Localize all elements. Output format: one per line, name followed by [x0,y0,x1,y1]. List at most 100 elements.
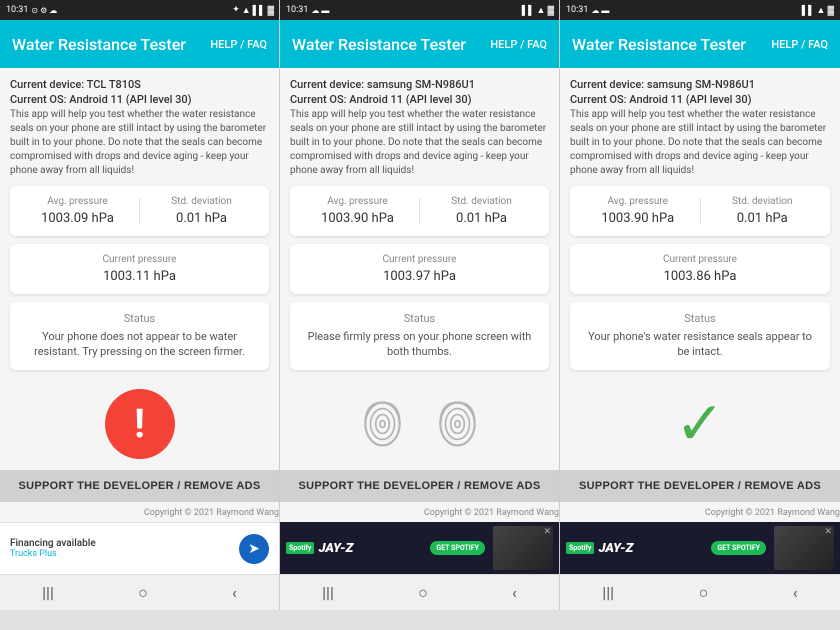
app-title-1: Water Resistance Tester [12,35,186,54]
current-pressure-card-3: Current pressure 1003.86 hPa [570,244,830,294]
nav-menu-icon-3[interactable]: ||| [602,583,614,602]
std-dev-label-2: Std. deviation [428,196,535,207]
battery-icon-1: ▓ [267,5,274,16]
check-icon: ✓ [675,394,725,454]
ad-banner-3[interactable]: Spotify JAY-Z GET SPOTIFY ✕ [560,522,840,574]
artist-name-2: JAY-Z [318,541,426,556]
nav-menu-icon-2[interactable]: ||| [322,583,334,602]
support-btn-1[interactable]: SUPPORT THE DEVELOPER / REMOVE ADS [0,470,279,502]
ad-banner-2[interactable]: Spotify JAY-Z GET SPOTIFY ✕ [280,522,559,574]
wifi-icon-3: ▲ [817,5,826,16]
device-info-2: Current device: samsung SM-N986U1 [290,78,549,91]
nav-home-icon-1[interactable]: ○ [138,583,148,603]
spotify-logo-2: Spotify [286,542,314,554]
avg-pressure-col-3: Avg. pressure 1003.90 hPa [584,196,692,226]
signal-icon-3: ▌▌ [802,5,815,16]
support-btn-3[interactable]: SUPPORT THE DEVELOPER / REMOVE ADS [560,470,840,502]
artist-name-3: JAY-Z [598,541,707,556]
app-content-3: Current device: samsung SM-N986U1 Curren… [560,68,840,470]
nav-bar-1: ||| ○ ‹ [0,574,279,610]
nav-bar-3: ||| ○ ‹ [560,574,840,610]
device-info-3: Current device: samsung SM-N986U1 [570,78,830,91]
get-spotify-btn-3[interactable]: GET SPOTIFY [711,541,766,555]
status-title-1: Status [24,312,255,325]
avg-pressure-label-1: Avg. pressure [24,196,131,207]
current-pressure-card-1: Current pressure 1003.11 hPa [10,244,269,294]
ad-close-2[interactable]: ✕ [543,528,551,537]
financing-icon: ➤ [239,534,269,564]
time-2: 10:31 [286,5,308,15]
status-card-1: Status Your phone does not appear to be … [10,302,269,370]
fingerprint-icon-left [355,394,410,454]
status-text-1: Your phone does not appear to be water r… [24,329,255,360]
help-faq-3[interactable]: HELP / FAQ [771,38,828,51]
status-text-3: Your phone's water resistance seals appe… [584,329,816,360]
avg-pressure-label-3: Avg. pressure [584,196,692,207]
status-bar-3: 10:31 ☁ ▬ ▌▌ ▲ ▓ [560,0,840,20]
wifi-icon-1: ▲ [242,5,251,16]
description-1: This app will help you test whether the … [10,108,269,178]
std-dev-col-1: Std. deviation 0.01 hPa [148,196,255,226]
help-faq-1[interactable]: HELP / FAQ [210,38,267,51]
nav-home-icon-3[interactable]: ○ [699,583,709,603]
std-dev-label-1: Std. deviation [148,196,255,207]
app-header-1: Water Resistance Tester HELP / FAQ [0,20,279,68]
status-text-2: Please firmly press on your phone screen… [304,329,535,360]
os-info-2: Current OS: Android 11 (API level 30) [290,93,549,106]
status-title-3: Status [584,312,816,325]
indicator-area-2 [290,378,549,470]
nav-back-icon-2[interactable]: ‹ [512,583,517,602]
avg-pressure-col-1: Avg. pressure 1003.09 hPa [24,196,131,226]
ad-close-3[interactable]: ✕ [824,528,832,537]
avg-pressure-value-3: 1003.90 hPa [584,211,692,226]
notification-icons-1: ⊙ ⚙ ☁ [31,6,57,15]
time-3: 10:31 [566,5,588,15]
notification-icons-2: ☁ ▬ [311,6,329,15]
app-content-1: Current device: TCL T810S Current OS: An… [0,68,279,470]
app-header-3: Water Resistance Tester HELP / FAQ [560,20,840,68]
std-dev-label-3: Std. deviation [709,196,817,207]
avg-pressure-col-2: Avg. pressure 1003.90 hPa [304,196,411,226]
std-dev-col-2: Std. deviation 0.01 hPa [428,196,535,226]
signal-icon-1: ▌▌ [253,5,266,16]
nav-back-icon-3[interactable]: ‹ [793,583,798,602]
std-dev-col-3: Std. deviation 0.01 hPa [709,196,817,226]
time-1: 10:31 [6,5,28,15]
nav-back-icon-1[interactable]: ‹ [232,583,237,602]
ad-image-2: ✕ [493,526,553,570]
current-pressure-value-1: 1003.11 hPa [24,269,255,284]
phone-2: 10:31 ☁ ▬ ▌▌ ▲ ▓ Water Resistance Tester… [280,0,560,610]
std-dev-value-2: 0.01 hPa [428,211,535,226]
nav-bar-2: ||| ○ ‹ [280,574,559,610]
battery-icon-2: ▓ [547,5,554,16]
device-info-1: Current device: TCL T810S [10,78,269,91]
nav-home-icon-2[interactable]: ○ [418,583,428,603]
current-pressure-label-3: Current pressure [584,254,816,265]
app-header-2: Water Resistance Tester HELP / FAQ [280,20,559,68]
current-pressure-label-1: Current pressure [24,254,255,265]
help-faq-2[interactable]: HELP / FAQ [490,38,547,51]
financing-bar[interactable]: Financing available Trucks Plus ➤ [0,522,279,574]
os-info-1: Current OS: Android 11 (API level 30) [10,93,269,106]
bt-icon: ✦ [232,5,240,15]
exclamation-icon: ! [134,404,145,444]
get-spotify-btn-2[interactable]: GET SPOTIFY [430,541,485,555]
pressure-stats-card-2: Avg. pressure 1003.90 hPa Std. deviation… [290,186,549,236]
app-title-3: Water Resistance Tester [572,35,746,54]
nav-menu-icon-1[interactable]: ||| [42,583,54,602]
std-dev-value-1: 0.01 hPa [148,211,255,226]
avg-pressure-label-2: Avg. pressure [304,196,411,207]
support-btn-2[interactable]: SUPPORT THE DEVELOPER / REMOVE ADS [280,470,559,502]
description-2: This app will help you test whether the … [290,108,549,178]
description-3: This app will help you test whether the … [570,108,830,178]
current-pressure-value-3: 1003.86 hPa [584,269,816,284]
status-title-2: Status [304,312,535,325]
indicator-area-1: ! [10,378,269,470]
fingerprint-icon-right [430,394,485,454]
status-card-3: Status Your phone's water resistance sea… [570,302,830,370]
copyright-2: Copyright © 2021 Raymond Wang [280,506,559,522]
battery-icon-3: ▓ [827,5,834,16]
error-indicator-1: ! [105,389,175,459]
financing-title: Financing available [10,538,96,549]
phone-3: 10:31 ☁ ▬ ▌▌ ▲ ▓ Water Resistance Tester… [560,0,840,610]
